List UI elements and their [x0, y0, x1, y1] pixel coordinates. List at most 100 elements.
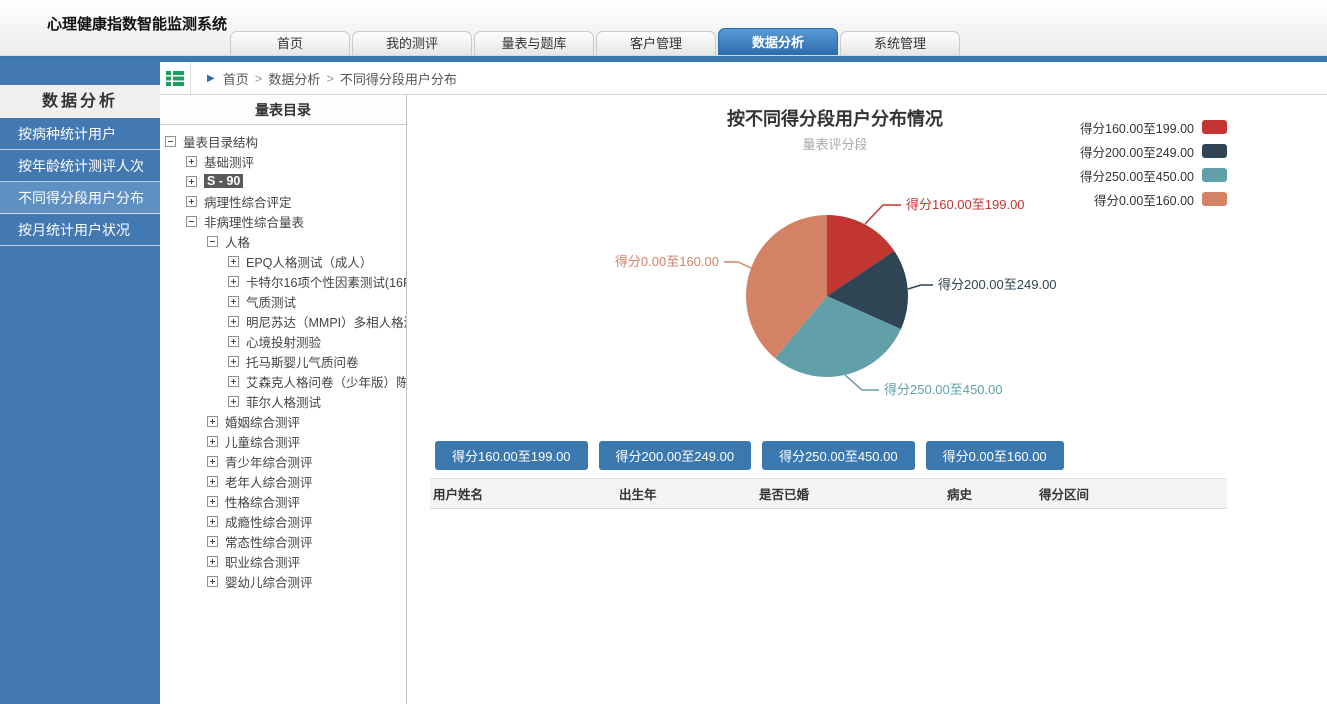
expand-icon[interactable]	[207, 536, 218, 547]
tab-home[interactable]: 首页	[230, 31, 350, 55]
main-panel: 按不同得分段用户分布情况 量表评分段 得分160.00至199.00 得分200…	[407, 95, 1327, 704]
expand-icon[interactable]	[207, 416, 218, 427]
legend-swatch-teal	[1202, 168, 1227, 182]
tree-node[interactable]: 婚姻综合测评	[160, 411, 406, 431]
tree-node[interactable]: 人格	[160, 231, 406, 251]
tab-scales-question-bank[interactable]: 量表与题库	[474, 31, 594, 55]
tree-node[interactable]: 托马斯婴儿气质问卷	[160, 351, 406, 371]
main-nav-tabs: 首页 我的测评 量表与题库 客户管理 数据分析 系统管理	[230, 28, 962, 55]
score-range-filter-row: 得分160.00至199.00 得分200.00至249.00 得分250.00…	[435, 441, 1327, 470]
tree-node[interactable]: 明尼苏达（MMPI）多相人格测试	[160, 311, 406, 331]
breadcrumb-bar: ▶ 首页 > 数据分析 > 不同得分段用户分布	[160, 62, 1327, 95]
sidebar-item-by-score-range[interactable]: 不同得分段用户分布	[0, 182, 160, 214]
breadcrumb-separator: >	[255, 71, 263, 86]
tree-node[interactable]: 基础测评	[160, 151, 406, 171]
app-header: 心理健康指数智能监测系统 首页 我的测评 量表与题库 客户管理 数据分析 系统管…	[0, 0, 1327, 56]
tab-data-analysis[interactable]: 数据分析	[718, 28, 838, 55]
column-married: 是否已婚	[756, 479, 944, 509]
expand-icon[interactable]	[186, 156, 197, 167]
expand-icon[interactable]	[207, 496, 218, 507]
chart-legend: 得分160.00至199.00 得分200.00至249.00 得分250.00…	[1080, 115, 1227, 211]
pie-label-250-450: 得分250.00至450.00	[884, 382, 1003, 397]
app-title: 心理健康指数智能监测系统	[47, 13, 227, 34]
collapse-icon[interactable]	[165, 136, 176, 147]
filter-button-200-249[interactable]: 得分200.00至249.00	[599, 441, 752, 470]
tree-node[interactable]: 老年人综合测评	[160, 471, 406, 491]
label-leader-line	[908, 285, 933, 289]
sidebar-title: 数据分析	[0, 85, 160, 118]
tree-node[interactable]: 卡特尔16项个性因素测试(16PF	[160, 271, 406, 291]
tab-customer-management[interactable]: 客户管理	[596, 31, 716, 55]
tree-node[interactable]: 病理性综合评定	[160, 191, 406, 211]
tree-node[interactable]: EPQ人格测试（成人）	[160, 251, 406, 271]
filter-button-250-450[interactable]: 得分250.00至450.00	[762, 441, 915, 470]
expand-icon[interactable]	[207, 456, 218, 467]
column-score-range: 得分区间	[1036, 479, 1227, 509]
filter-button-160-199[interactable]: 得分160.00至199.00	[435, 441, 588, 470]
breadcrumb-data-analysis[interactable]: 数据分析	[268, 69, 320, 88]
breadcrumb-arrow-icon: ▶	[207, 73, 215, 84]
expand-icon[interactable]	[228, 356, 239, 367]
table-header-row: 用户姓名 出生年 是否已婚 病史 得分区间	[430, 479, 1227, 509]
collapse-icon[interactable]	[186, 216, 197, 227]
expand-icon[interactable]	[228, 376, 239, 387]
tree-node[interactable]: 性格综合测评	[160, 491, 406, 511]
legend-item-0-160[interactable]: 得分0.00至160.00	[1080, 187, 1227, 211]
pie-label-160-199: 得分160.00至199.00	[906, 197, 1025, 212]
expand-icon[interactable]	[207, 516, 218, 527]
tree-node[interactable]: 量表目录结构	[160, 131, 406, 151]
scale-catalog-panel: 量表目录 量表目录结构 基础测评 S - 90 病理性综合评定 非病理性综合量表…	[160, 95, 407, 704]
label-leader-line	[845, 375, 879, 390]
expand-icon[interactable]	[186, 196, 197, 207]
tree-node[interactable]: 心境投射测验	[160, 331, 406, 351]
label-leader-line	[865, 205, 901, 224]
tree-panel-title: 量表目录	[160, 95, 406, 125]
scale-catalog-tree: 量表目录结构 基础测评 S - 90 病理性综合评定 非病理性综合量表 人格 E…	[160, 125, 406, 591]
tree-node[interactable]: 儿童综合测评	[160, 431, 406, 451]
tree-node[interactable]: 气质测试	[160, 291, 406, 311]
expand-icon[interactable]	[228, 256, 239, 267]
tree-node[interactable]: 常态性综合测评	[160, 531, 406, 551]
tree-node-selected[interactable]: S - 90	[160, 171, 406, 191]
expand-icon[interactable]	[228, 296, 239, 307]
legend-swatch-red	[1202, 120, 1227, 134]
expand-icon[interactable]	[207, 436, 218, 447]
tab-my-assessments[interactable]: 我的测评	[352, 31, 472, 55]
collapse-icon[interactable]	[207, 236, 218, 247]
sidebar-item-by-disease[interactable]: 按病种统计用户	[0, 118, 160, 150]
sidebar-item-by-month[interactable]: 按月统计用户状况	[0, 214, 160, 246]
column-user-name: 用户姓名	[430, 479, 616, 509]
tree-node[interactable]: 艾森克人格问卷（少年版）陈仲	[160, 371, 406, 391]
expand-icon[interactable]	[228, 336, 239, 347]
expand-icon[interactable]	[228, 276, 239, 287]
column-medical-history: 病史	[944, 479, 1036, 509]
breadcrumb-separator: >	[326, 71, 334, 86]
expand-icon[interactable]	[207, 556, 218, 567]
catalog-list-icon[interactable]	[160, 62, 191, 94]
legend-item-160-199[interactable]: 得分160.00至199.00	[1080, 115, 1227, 139]
tree-node[interactable]: 职业综合测评	[160, 551, 406, 571]
tab-system-management[interactable]: 系统管理	[840, 31, 960, 55]
expand-icon[interactable]	[228, 316, 239, 327]
tree-node[interactable]: 成瘾性综合测评	[160, 511, 406, 531]
pie-chart-area: 按不同得分段用户分布情况 量表评分段 得分160.00至199.00 得分200…	[407, 95, 1327, 435]
expand-icon[interactable]	[207, 476, 218, 487]
user-results-table: 用户姓名 出生年 是否已婚 病史 得分区间	[430, 478, 1227, 509]
tree-node[interactable]: 非病理性综合量表	[160, 211, 406, 231]
expand-icon[interactable]	[228, 396, 239, 407]
tree-node[interactable]: 青少年综合测评	[160, 451, 406, 471]
filter-button-0-160[interactable]: 得分0.00至160.00	[926, 441, 1064, 470]
expand-icon[interactable]	[207, 576, 218, 587]
pie-label-200-249: 得分200.00至249.00	[938, 277, 1057, 292]
tree-node[interactable]: 婴幼儿综合测评	[160, 571, 406, 591]
breadcrumb-home[interactable]: 首页	[223, 69, 249, 88]
tree-node[interactable]: 菲尔人格测试	[160, 391, 406, 411]
legend-swatch-salmon	[1202, 192, 1227, 206]
label-leader-line	[724, 262, 751, 268]
expand-icon[interactable]	[186, 176, 197, 187]
pie-label-0-160: 得分0.00至160.00	[615, 254, 719, 269]
legend-item-250-450[interactable]: 得分250.00至450.00	[1080, 163, 1227, 187]
sidebar-item-by-age[interactable]: 按年龄统计测评人次	[0, 150, 160, 182]
breadcrumb-current-page: 不同得分段用户分布	[340, 69, 457, 88]
legend-item-200-249[interactable]: 得分200.00至249.00	[1080, 139, 1227, 163]
